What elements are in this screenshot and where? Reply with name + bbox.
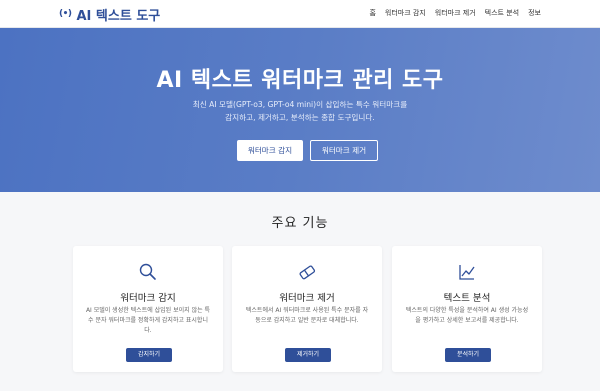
card-description-line: AI 모델이 생성한 텍스트에 삽입된 보이지 않는 특 xyxy=(85,307,211,314)
brand-logo[interactable]: (•) AI 텍스트 도구 xyxy=(59,6,161,24)
card-title: 워터마크 감지 xyxy=(120,293,176,304)
top-navbar: (•) AI 텍스트 도구 홈 워터마크 감지 워터마크 제거 텍스트 분석 정… xyxy=(0,0,600,28)
card-description-line: 수 문자 워터마크를 정확하게 감지하고 표시합니 xyxy=(88,317,208,324)
nav-item-detect[interactable]: 워터마크 감지 xyxy=(385,8,426,18)
analyze-button[interactable]: 분석하기 xyxy=(445,348,491,362)
nav-menu: 홈 워터마크 감지 워터마크 제거 텍스트 분석 정보 xyxy=(369,8,541,18)
nav-item-home[interactable]: 홈 xyxy=(369,8,375,18)
feature-card-remove: 워터마크 제거 텍스트에서 AI 워터마크로 사용된 특수 문자를 자 동으로 … xyxy=(232,246,382,372)
hero-title: AI 텍스트 워터마크 관리 도구 xyxy=(156,68,444,93)
hero-banner: AI 텍스트 워터마크 관리 도구 최신 AI 모델(GPT-o3, GPT-o… xyxy=(0,28,600,192)
features-title: 주요 기능 xyxy=(271,216,329,231)
hero-description: 최신 AI 모델(GPT-o3, GPT-o4 mini)이 삽입하는 특수 워… xyxy=(0,98,600,124)
card-description: 텍스트에서 AI 워터마크로 사용된 특수 문자를 자 동으로 감지하고 일반 … xyxy=(241,306,373,326)
card-description-line: 동으로 감지하고 일반 문자로 대체합니다. xyxy=(255,317,359,324)
broadcast-icon: (•) xyxy=(59,9,72,19)
detect-button[interactable]: 감지하기 xyxy=(126,348,172,362)
nav-item-remove[interactable]: 워터마크 제거 xyxy=(435,8,476,18)
brand-name: AI 텍스트 도구 xyxy=(76,8,161,24)
card-description-line: 텍스트의 다양한 특성을 분석하여 AI 생성 가능성 xyxy=(405,307,529,314)
card-description: 텍스트의 다양한 특성을 분석하여 AI 생성 가능성 을 평가하고 상세한 보… xyxy=(401,306,533,326)
card-description-line: 다. xyxy=(144,327,152,334)
card-description-line: 텍스트에서 AI 워터마크로 사용된 특수 문자를 자 xyxy=(245,307,369,314)
nav-item-analyze[interactable]: 텍스트 분석 xyxy=(485,8,519,18)
eraser-icon xyxy=(299,265,316,280)
card-title: 텍스트 분석 xyxy=(443,293,491,304)
feature-card-analyze: 텍스트 분석 텍스트의 다양한 특성을 분석하여 AI 생성 가능성 을 평가하… xyxy=(392,246,542,372)
nav-item-info[interactable]: 정보 xyxy=(528,8,541,18)
detect-watermark-button[interactable]: 워터마크 감지 xyxy=(237,140,303,161)
card-description: AI 모델이 생성한 텍스트에 삽입된 보이지 않는 특 수 문자 워터마크를 … xyxy=(82,306,214,336)
remove-watermark-button[interactable]: 워터마크 제거 xyxy=(310,140,378,161)
hero-description-line-1: 최신 AI 모델(GPT-o3, GPT-o4 mini)이 삽입하는 특수 워… xyxy=(192,100,408,109)
card-description-line: 을 평가하고 상세한 보고서를 제공합니다. xyxy=(415,317,519,324)
feature-card-detect: 워터마크 감지 AI 모델이 생성한 텍스트에 삽입된 보이지 않는 특 수 문… xyxy=(73,246,223,372)
card-title: 워터마크 제거 xyxy=(279,293,335,304)
remove-button[interactable]: 제거하기 xyxy=(285,348,331,362)
hero-description-line-2: 감지하고, 제거하고, 분석하는 종합 도구입니다. xyxy=(225,113,375,122)
line-chart-icon xyxy=(459,265,475,280)
search-icon xyxy=(139,263,156,280)
